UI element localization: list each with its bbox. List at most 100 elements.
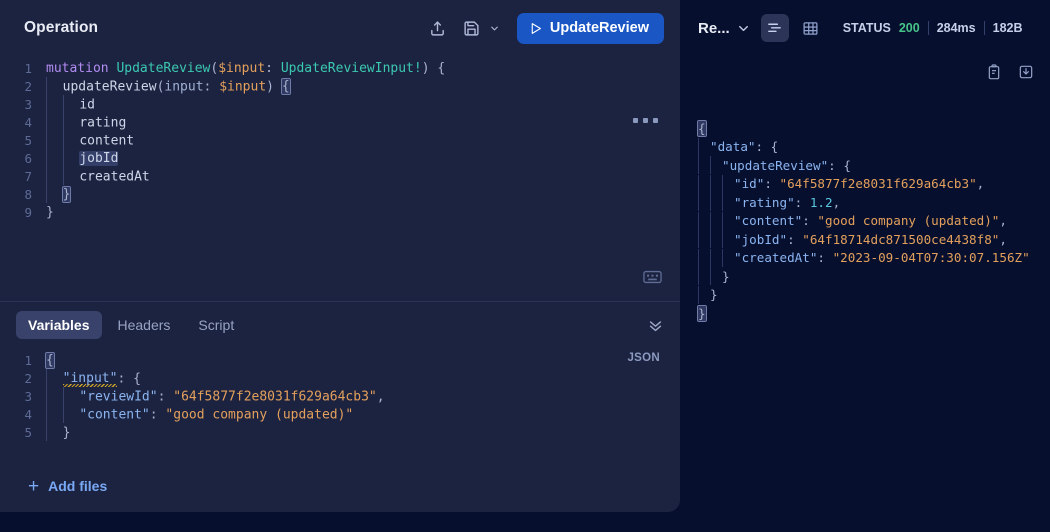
line-number: 7 <box>24 169 32 184</box>
response-token: : <box>817 250 833 265</box>
line-number: 5 <box>24 133 32 148</box>
indent-guide <box>722 211 723 230</box>
code-text: } <box>46 184 72 205</box>
query-code-lines[interactable]: 1 mutation UpdateReview($input: UpdateRev… <box>0 56 680 222</box>
indent-guide <box>698 267 699 285</box>
response-line: "data": { <box>698 137 1050 157</box>
table-view-button[interactable] <box>797 14 825 42</box>
indent-guide <box>46 166 47 185</box>
line-number: 5 <box>24 425 32 440</box>
run-operation-button[interactable]: UpdateReview <box>516 12 664 44</box>
graphql-ide-window: Operation UpdateReview 1 mutation Update… <box>0 0 1050 532</box>
response-line: "updateReview": { <box>698 156 1050 176</box>
operation-header: Operation UpdateReview <box>0 0 680 56</box>
variables-section: Variables Headers Script JSON 1{2 "input":… <box>0 301 680 512</box>
response-token: "createdAt" <box>734 250 818 265</box>
indent-guide <box>722 230 723 248</box>
indent-guide <box>62 386 64 405</box>
indent-guide <box>46 368 47 387</box>
indent-guide <box>698 137 699 156</box>
code-line: 6 jobId <box>0 148 680 169</box>
indent-guide <box>710 211 711 230</box>
response-panel: Re... STATUS 200 284ms 182B {"data": {… <box>680 0 1050 532</box>
save-floppy-icon[interactable] <box>458 14 486 42</box>
status-code: 200 <box>898 21 920 35</box>
variables-code-lines[interactable]: 1{2 "input": {3 "reviewId": "64f5877f2e8… <box>0 348 680 442</box>
tab-variables[interactable]: Variables <box>16 311 102 339</box>
response-token: : { <box>828 157 851 173</box>
response-line: { <box>697 120 1050 138</box>
variables-editor[interactable]: JSON 1{2 "input": {3 "reviewId": "64f587… <box>0 348 680 460</box>
code-line: 2 "input": { <box>0 368 680 388</box>
code-token: jobId <box>79 151 119 167</box>
code-token: ) { <box>421 61 446 76</box>
code-line: 9} <box>0 204 680 222</box>
tab-headers[interactable]: Headers <box>106 311 183 339</box>
response-line: } <box>697 304 1050 323</box>
response-time: 284ms <box>936 21 976 35</box>
indent-guide <box>62 130 64 149</box>
code-text: updateReview(input: $input) { <box>46 76 291 97</box>
response-token: "2023-09-04T07:30:07.156Z" <box>832 250 1030 265</box>
response-line: "content": "good company (updated)", <box>698 211 1050 231</box>
code-text: jobId <box>46 148 119 169</box>
code-line: 3 id <box>0 94 680 114</box>
code-text: mutation UpdateReview($input: UpdateRevi… <box>46 60 445 78</box>
response-line: "jobId": "64f18714dc871500ce4438f8", <box>698 230 1050 250</box>
code-text: createdAt <box>46 166 150 187</box>
code-text: } <box>46 204 54 222</box>
code-token: } <box>46 205 54 220</box>
response-token: , <box>999 213 1007 228</box>
response-token: , <box>999 231 1007 247</box>
add-files-button[interactable]: + Add files <box>0 460 680 512</box>
indent-guide <box>722 248 723 267</box>
code-token: mutation <box>46 61 109 76</box>
response-actions <box>986 64 1034 80</box>
code-line: 7 createdAt <box>0 166 680 187</box>
chevrons-down-icon[interactable] <box>647 317 664 334</box>
response-line: } <box>698 285 1050 305</box>
indent-guide <box>46 422 47 441</box>
variables-tabs[interactable]: Variables Headers Script <box>0 302 680 348</box>
response-chevron-down-icon[interactable] <box>734 21 753 36</box>
save-group[interactable] <box>458 14 503 42</box>
share-upload-icon[interactable] <box>424 14 452 42</box>
json-view-button[interactable] <box>760 14 789 42</box>
keyboard-icon[interactable] <box>643 270 662 289</box>
code-token: } <box>62 425 71 441</box>
indent-guide <box>710 248 711 267</box>
code-text: rating <box>46 112 127 133</box>
download-icon[interactable] <box>1018 64 1034 80</box>
response-body[interactable]: {"data": {"updateReview": {"id": "64f587… <box>680 56 1050 532</box>
indent-guide <box>698 193 699 211</box>
code-line: 4 "content": "good company (updated)" <box>0 404 680 424</box>
indent-guide <box>698 211 699 230</box>
code-token: rating <box>79 115 127 131</box>
response-token: "jobId" <box>734 231 788 247</box>
code-token: updateReview <box>62 79 157 95</box>
code-token: id <box>79 97 95 113</box>
save-dropdown-chevron-down-icon[interactable] <box>487 15 503 41</box>
response-token: : <box>787 231 803 247</box>
code-line: 1{ <box>0 352 680 370</box>
response-token: { <box>697 120 707 137</box>
line-number: 2 <box>24 79 32 94</box>
code-text: { <box>45 352 55 370</box>
query-editor[interactable]: 1 mutation UpdateReview($input: UpdateRev… <box>0 56 680 301</box>
response-token: "good company (updated)" <box>817 213 1000 228</box>
code-token: UpdateReviewInput! <box>280 61 422 76</box>
code-token: { <box>280 78 291 96</box>
run-button-label: UpdateReview <box>549 20 649 36</box>
response-token: : <box>764 176 780 191</box>
indent-guide <box>698 230 699 248</box>
three-dots-icon[interactable] <box>633 118 658 123</box>
indent-guide <box>46 148 47 167</box>
tab-script[interactable]: Script <box>186 311 246 339</box>
clipboard-copy-icon[interactable] <box>986 64 1002 80</box>
line-number: 4 <box>24 407 32 422</box>
indent-guide <box>710 174 711 193</box>
code-token: UpdateReview <box>116 61 211 76</box>
response-token: "data" <box>710 139 756 154</box>
indent-guide <box>710 267 711 285</box>
response-token: "64f18714dc871500ce4438f8" <box>802 231 1000 247</box>
